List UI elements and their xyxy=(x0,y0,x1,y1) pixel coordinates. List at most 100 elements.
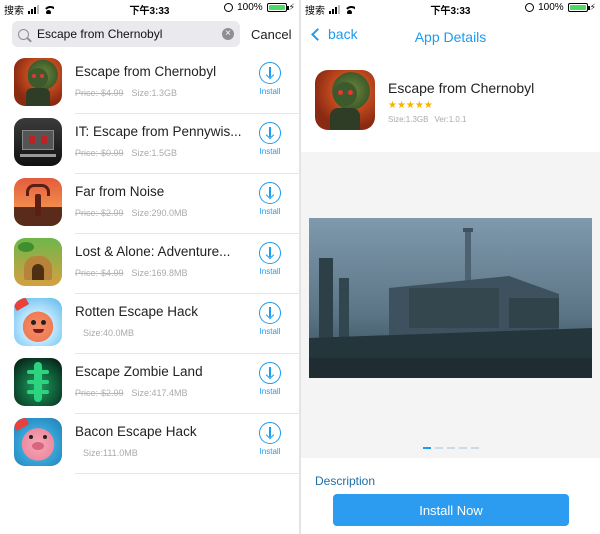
status-bar: 搜索 下午3:33 100% ⚡ xyxy=(0,0,299,17)
install-button[interactable]: Install xyxy=(255,182,285,216)
battery-percent: 100% xyxy=(538,2,564,13)
app-name: Bacon Escape Hack xyxy=(75,424,197,439)
app-name: IT: Escape from Pennywis... xyxy=(75,124,242,139)
app-price: Price:-$2.99 xyxy=(75,388,124,398)
charging-icon: ⚡ xyxy=(589,2,596,12)
app-meta: Price:-$0.99 Size:1.5GB xyxy=(75,148,177,158)
app-name: Escape from Chernobyl xyxy=(388,80,535,96)
app-header: Escape from Chernobyl ★★★★★ Size:1.3GB Ve… xyxy=(301,60,600,152)
app-size: Size:111.0MB xyxy=(83,448,138,458)
charging-icon: ⚡ xyxy=(288,2,295,12)
download-icon xyxy=(259,302,281,324)
install-button[interactable]: Install xyxy=(255,302,285,336)
chernobyl-plant-image xyxy=(309,218,592,378)
app-size: Size:40.0MB xyxy=(83,328,135,338)
install-label: Install xyxy=(259,327,281,336)
result-row[interactable]: IT: Escape from Pennywis... Price:-$0.99… xyxy=(0,114,299,174)
install-button[interactable]: Install xyxy=(255,422,285,456)
download-icon xyxy=(259,362,281,384)
app-size: Size:169.8MB xyxy=(131,268,188,278)
app-meta: Size:111.0MB xyxy=(75,448,138,458)
app-name: Far from Noise xyxy=(75,184,165,199)
install-button[interactable]: Install xyxy=(255,362,285,396)
app-meta: Price:-$4.99 Size:169.8MB xyxy=(75,268,188,278)
tomato-icon xyxy=(14,298,62,346)
app-size: Size:1.3GB xyxy=(388,115,429,124)
download-icon xyxy=(259,122,281,144)
install-button[interactable]: Install xyxy=(255,122,285,156)
app-name: Escape from Chernobyl xyxy=(75,64,217,79)
app-size: Size:1.5GB xyxy=(131,148,178,158)
cancel-button[interactable]: Cancel xyxy=(251,27,291,42)
download-icon xyxy=(259,62,281,84)
page-dot[interactable] xyxy=(434,447,443,449)
app-size: Size:417.4MB xyxy=(131,388,188,398)
app-meta: Price:-$2.99 Size:417.4MB xyxy=(75,388,188,398)
app-meta: Size:1.3GB Ver:1.0.1 xyxy=(388,115,467,124)
result-row[interactable]: Bacon Escape Hack Size:111.0MB Install xyxy=(0,414,299,474)
install-label: Install xyxy=(259,207,281,216)
gallery-pagination xyxy=(301,447,600,449)
app-name: Lost & Alone: Adventure... xyxy=(75,244,231,259)
result-row[interactable]: Rotten Escape Hack Size:40.0MB Install xyxy=(0,294,299,354)
zombie-hands-icon xyxy=(14,358,62,406)
result-row[interactable]: Escape from Chernobyl Price:-$4.99 Size:1… xyxy=(0,54,299,114)
haunted-house-icon xyxy=(14,118,62,166)
chernobyl-zombie-icon xyxy=(14,58,62,106)
page-dot[interactable] xyxy=(422,447,431,449)
battery-percent: 100% xyxy=(237,2,263,13)
app-meta: Price:-$4.99 Size:1.3GB xyxy=(75,88,177,98)
game-screenshot[interactable] xyxy=(309,218,592,378)
app-price: Price:-$4.99 xyxy=(75,268,124,278)
install-button[interactable]: Install xyxy=(255,242,285,276)
page-dot[interactable] xyxy=(470,447,479,449)
install-label: Install xyxy=(259,447,281,456)
install-label: Install xyxy=(259,387,281,396)
app-name: Escape Zombie Land xyxy=(75,364,203,379)
clear-icon[interactable]: × xyxy=(222,28,234,40)
result-row[interactable]: Far from Noise Price:-$2.99 Size:290.0MB … xyxy=(0,174,299,234)
status-right: 100% ⚡ xyxy=(525,2,596,13)
pig-icon xyxy=(14,418,62,466)
app-size: Size:290.0MB xyxy=(131,208,188,218)
download-icon xyxy=(259,422,281,444)
app-meta: Price:-$2.99 Size:290.0MB xyxy=(75,208,188,218)
search-results-screen: 搜索 下午3:33 100% ⚡ × Cancel E xyxy=(0,0,299,534)
page-dot[interactable] xyxy=(446,447,455,449)
app-size: Size:1.3GB xyxy=(131,88,178,98)
battery-icon xyxy=(266,3,289,12)
download-icon xyxy=(259,242,281,264)
battery-icon xyxy=(567,3,590,12)
install-label: Install xyxy=(259,267,281,276)
page-title: App Details xyxy=(414,29,487,45)
search-input[interactable] xyxy=(37,27,222,41)
search-icon xyxy=(18,28,29,40)
result-list: Escape from Chernobyl Price:-$4.99 Size:1… xyxy=(0,54,299,474)
alarm-icon xyxy=(525,3,535,12)
install-label: Install xyxy=(259,147,281,156)
description-heading: Description xyxy=(315,474,376,488)
download-icon xyxy=(259,182,281,204)
alarm-icon xyxy=(224,3,234,12)
ruins-icon xyxy=(14,238,62,286)
install-button[interactable]: Install xyxy=(255,62,285,96)
install-label: Install xyxy=(259,87,281,96)
app-version: Ver:1.0.1 xyxy=(434,115,467,124)
nav-bar: back App Details xyxy=(301,20,600,54)
chernobyl-zombie-icon xyxy=(315,70,375,130)
install-now-button[interactable]: Install Now xyxy=(333,494,569,526)
deer-icon xyxy=(14,178,62,226)
screenshot-gallery[interactable] xyxy=(301,152,600,458)
search-box[interactable]: × xyxy=(12,21,240,47)
app-price: Price:-$2.99 xyxy=(75,208,124,218)
app-meta: Size:40.0MB xyxy=(75,328,134,338)
status-bar: 搜索 下午3:33 100% ⚡ xyxy=(301,0,600,17)
rating-stars: ★★★★★ xyxy=(388,100,433,111)
app-price: Price:-$4.99 xyxy=(75,88,124,98)
result-row[interactable]: Lost & Alone: Adventure... Price:-$4.99 S… xyxy=(0,234,299,294)
app-name: Rotten Escape Hack xyxy=(75,304,199,319)
app-details-screen: 搜索 下午3:33 100% ⚡ back App Details Escape… xyxy=(301,0,600,534)
status-right: 100% ⚡ xyxy=(224,2,295,13)
result-row[interactable]: Escape Zombie Land Price:-$2.99 Size:417.… xyxy=(0,354,299,414)
page-dot[interactable] xyxy=(458,447,467,449)
